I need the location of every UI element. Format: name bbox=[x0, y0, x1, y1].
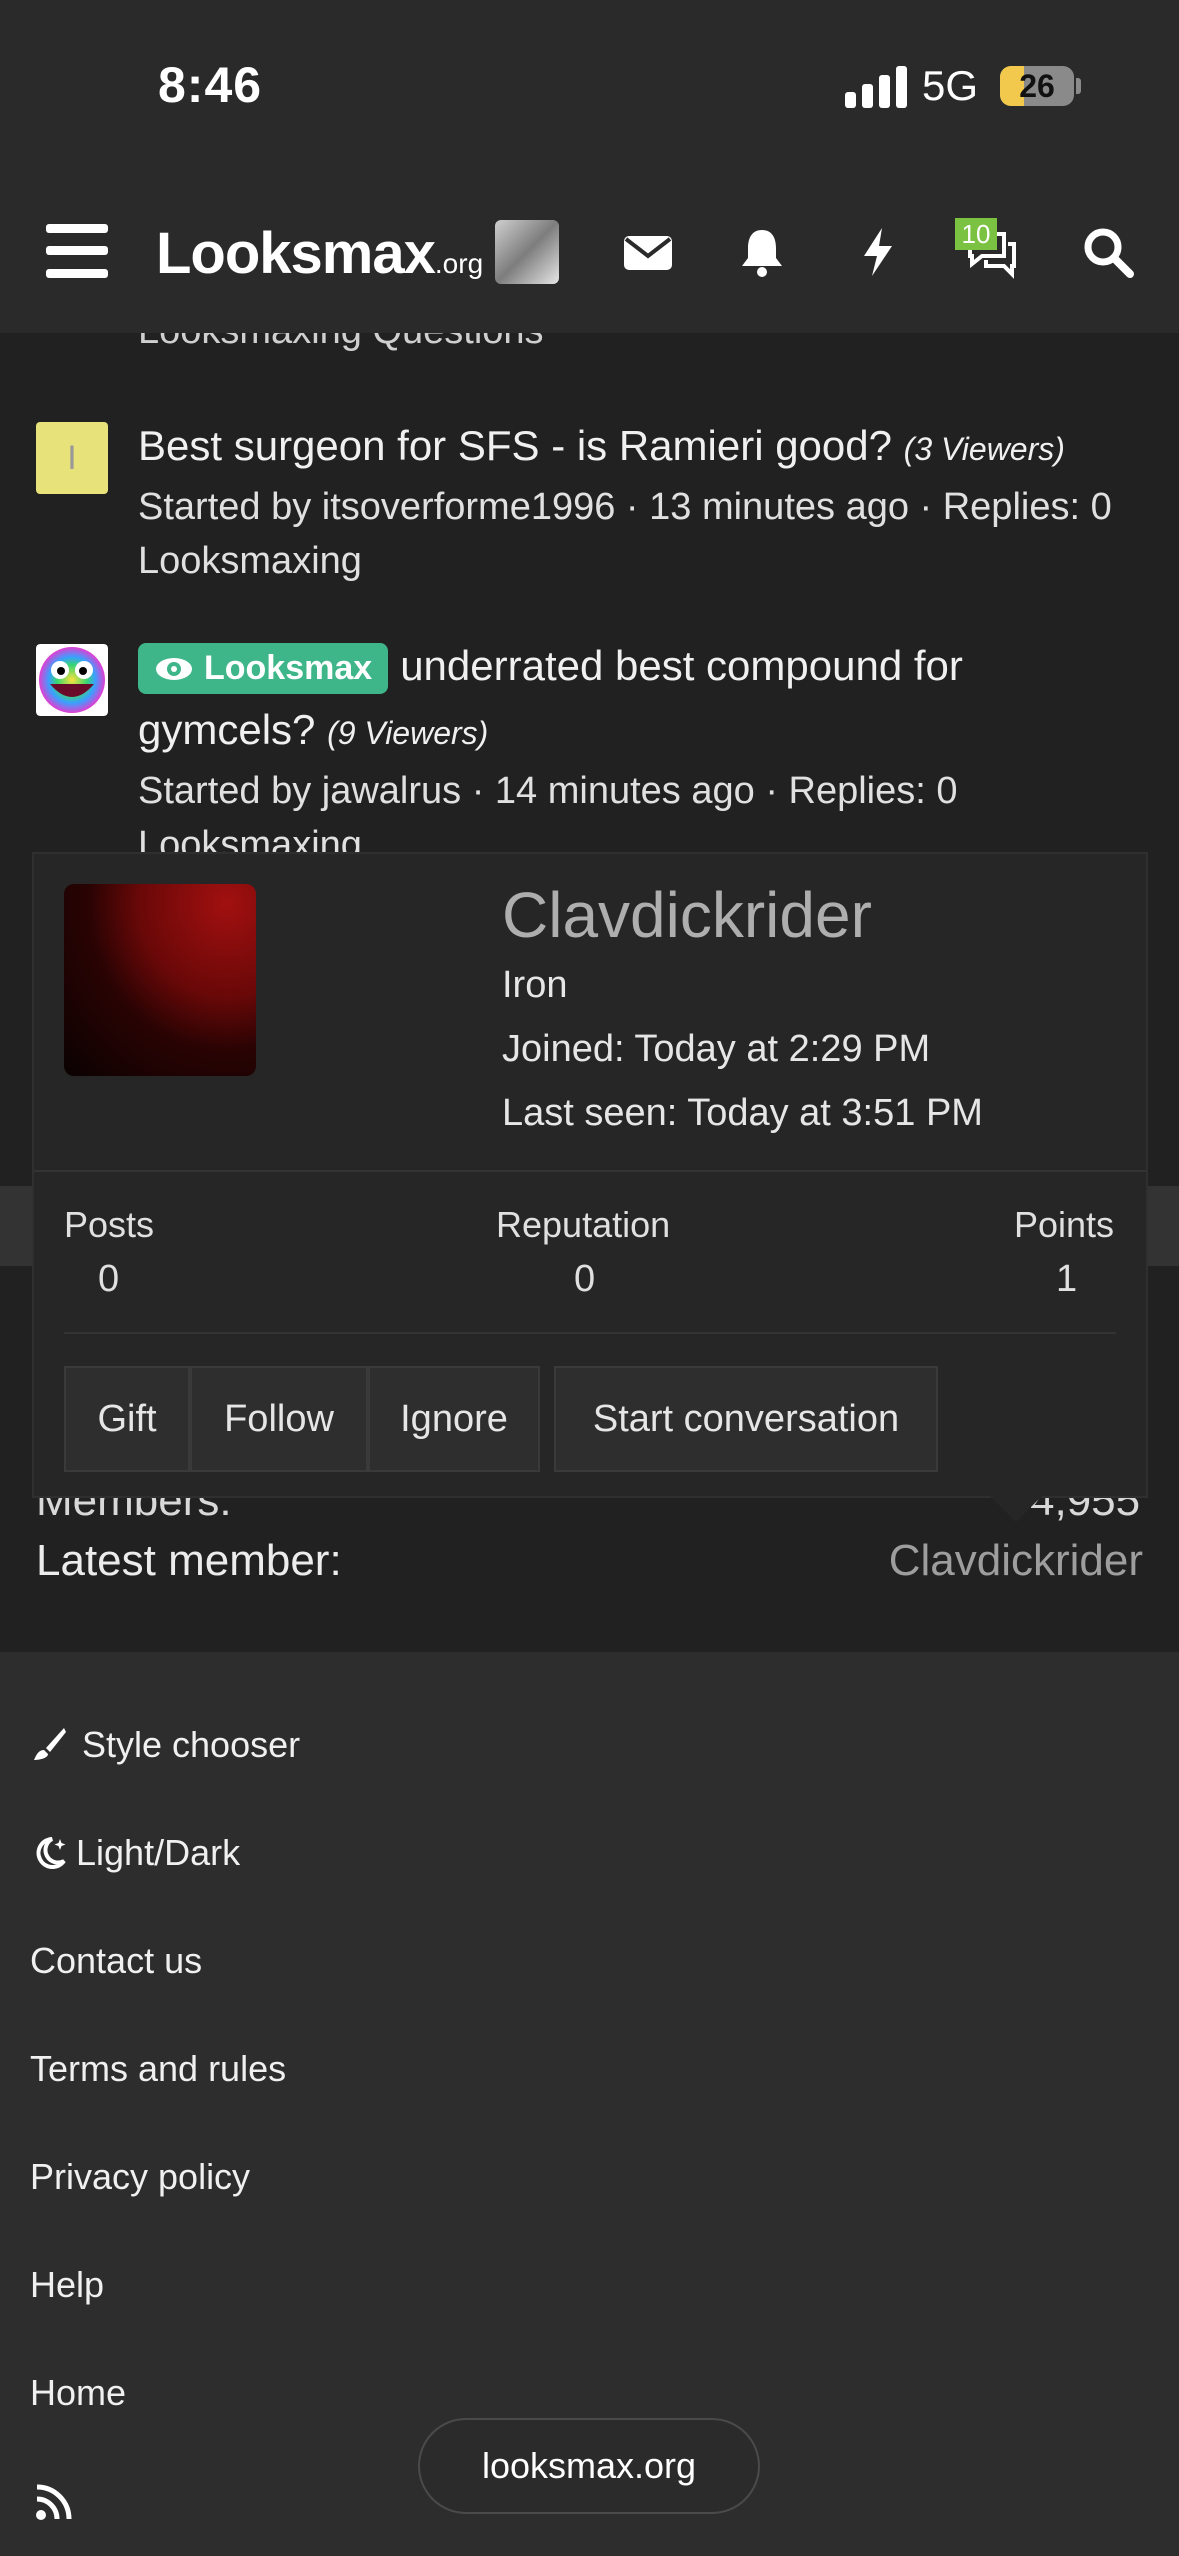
thread-title[interactable]: Best surgeon for SFS - is Ramieri good? … bbox=[138, 422, 1065, 470]
bell-icon[interactable] bbox=[734, 224, 790, 280]
ignore-button[interactable]: Ignore bbox=[368, 1366, 540, 1472]
status-time: 8:46 bbox=[158, 57, 263, 113]
member-rank: Iron bbox=[502, 964, 568, 1006]
menu-icon[interactable] bbox=[46, 224, 108, 278]
logo-text: Looksmax bbox=[156, 221, 436, 286]
thread-title-text[interactable]: Best surgeon for SFS - is Ramieri good? bbox=[138, 422, 892, 469]
search-icon[interactable] bbox=[1080, 224, 1136, 280]
eye-icon bbox=[156, 657, 192, 680]
member-avatar[interactable] bbox=[64, 884, 256, 1076]
tag-label: Looksmax bbox=[204, 649, 373, 688]
contact-us-link[interactable]: Contact us bbox=[30, 1940, 202, 1982]
smiley-avatar[interactable] bbox=[36, 644, 108, 716]
help-link[interactable]: Help bbox=[30, 2264, 104, 2306]
gift-button[interactable]: Gift bbox=[64, 1366, 190, 1472]
stat-posts-label: Posts bbox=[64, 1204, 155, 1245]
start-conversation-button[interactable]: Start conversation bbox=[554, 1366, 938, 1472]
style-chooser-link[interactable]: Style chooser bbox=[30, 1724, 300, 1766]
battery-level: 26 bbox=[1019, 68, 1055, 104]
envelope-icon[interactable] bbox=[620, 224, 676, 280]
chat-badge: 10 bbox=[955, 218, 997, 250]
privacy-link[interactable]: Privacy policy bbox=[30, 2156, 250, 2198]
thread-meta: Started by jawalrus · 14 minutes ago · R… bbox=[138, 770, 958, 812]
member-username[interactable]: Clavdickrider bbox=[502, 878, 872, 952]
browser-url-bar[interactable]: looksmax.org bbox=[418, 2418, 760, 2514]
footer-link-label: Style chooser bbox=[82, 1724, 301, 1765]
avatar-letter: I bbox=[67, 438, 77, 477]
stat-points-label: Points bbox=[1014, 1204, 1115, 1245]
thread-title-line2[interactable]: gymcels? (9 Viewers) bbox=[138, 706, 488, 754]
rss-icon[interactable] bbox=[34, 2482, 74, 2522]
divider bbox=[34, 1170, 1146, 1172]
battery-icon: 26 bbox=[1000, 66, 1074, 106]
site-logo[interactable]: Looksmax.org bbox=[156, 220, 483, 290]
battery-tip bbox=[1076, 78, 1081, 94]
member-tooltip: Clavdickrider Iron Joined: Today at 2:29… bbox=[32, 852, 1148, 1498]
top-bar: 8:46 5G 26 Looksmax.org 10 bbox=[0, 0, 1179, 333]
paintbrush-icon bbox=[34, 1728, 66, 1760]
terms-link[interactable]: Terms and rules bbox=[30, 2048, 286, 2090]
lightning-icon[interactable] bbox=[850, 224, 906, 280]
thread-avatar[interactable]: I bbox=[36, 422, 108, 494]
stat-reputation-value: 0 bbox=[574, 1258, 596, 1300]
thread-viewers: (3 Viewers) bbox=[903, 431, 1065, 467]
thread-title-text[interactable]: underrated best compound for bbox=[400, 642, 963, 689]
stat-reputation-label: Reputation bbox=[496, 1204, 671, 1245]
thread-forum[interactable]: Looksmaxing bbox=[138, 540, 362, 583]
thread-title-text[interactable]: gymcels? bbox=[138, 706, 315, 753]
moon-icon bbox=[36, 1837, 66, 1869]
follow-button[interactable]: Follow bbox=[190, 1366, 368, 1472]
footer-link-label: Light/Dark bbox=[76, 1832, 241, 1873]
member-joined: Joined: Today at 2:29 PM bbox=[502, 1028, 931, 1070]
logo-suffix: .org bbox=[434, 248, 484, 279]
thread-title[interactable]: Looksmax underrated best compound for bbox=[138, 642, 963, 695]
member-last-seen: Last seen: Today at 3:51 PM bbox=[502, 1092, 983, 1134]
signal-icon bbox=[845, 66, 907, 108]
thread-viewers: (9 Viewers) bbox=[327, 715, 489, 751]
home-link[interactable]: Home bbox=[30, 2372, 126, 2414]
light-dark-toggle[interactable]: Light/Dark bbox=[30, 1832, 240, 1874]
stat-points-value: 1 bbox=[1056, 1258, 1078, 1300]
tooltip-pointer bbox=[990, 1496, 1042, 1522]
user-avatar[interactable] bbox=[495, 220, 559, 284]
latest-member-label: Latest member: bbox=[36, 1536, 342, 1585]
stat-posts-value[interactable]: 0 bbox=[98, 1258, 119, 1301]
latest-member-link[interactable]: Clavdickrider bbox=[889, 1536, 1143, 1586]
thread-prefix-tag[interactable]: Looksmax bbox=[138, 643, 389, 695]
divider bbox=[64, 1332, 1116, 1334]
network-type: 5G bbox=[922, 62, 979, 109]
thread-meta: Started by itsoverforme1996 · 13 minutes… bbox=[138, 486, 1112, 528]
